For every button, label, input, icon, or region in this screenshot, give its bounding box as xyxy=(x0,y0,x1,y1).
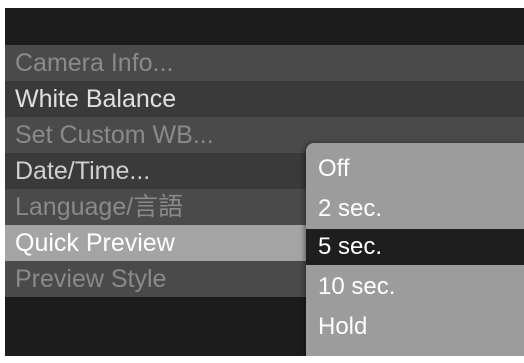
option-5-sec[interactable]: 5 sec. xyxy=(306,229,524,265)
quick-preview-submenu: Off 2 sec. 5 sec. 10 sec. Hold xyxy=(306,143,524,356)
option-off[interactable]: Off xyxy=(306,151,524,187)
option-hold[interactable]: Hold xyxy=(306,309,524,345)
camera-screen: Camera Info... White Balance Set Custom … xyxy=(0,0,524,363)
menu-item-white-balance[interactable]: White Balance xyxy=(5,81,524,117)
menu-item-camera-info[interactable]: Camera Info... xyxy=(5,45,524,81)
option-2-sec[interactable]: 2 sec. xyxy=(306,191,524,227)
lcd-display: Camera Info... White Balance Set Custom … xyxy=(5,8,524,356)
option-10-sec[interactable]: 10 sec. xyxy=(306,269,524,305)
